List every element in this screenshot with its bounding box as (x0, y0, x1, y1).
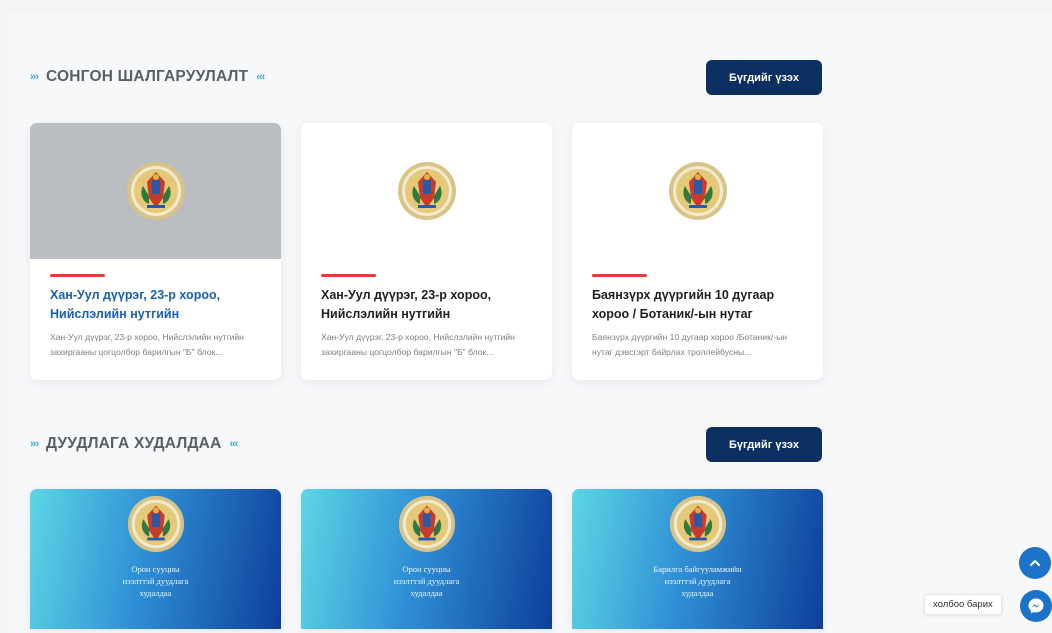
emblem-icon (398, 495, 456, 553)
auction-card[interactable]: Орон сууцны нээлттэй дуудлага худалдаа (30, 489, 281, 629)
arrows-left-icon: ‹‹‹ (229, 438, 238, 450)
card-image (301, 123, 552, 259)
selection-card[interactable]: Хан-Уул дүүрэг, 23-р хороо, Нийслэлийн н… (30, 123, 281, 380)
red-accent-bar (321, 274, 376, 277)
section-title: ДУУДЛАГА ХУДАЛДАА (46, 435, 222, 452)
messenger-button[interactable] (1020, 590, 1052, 622)
view-all-button[interactable]: Бүгдийг үзэх (706, 60, 822, 95)
section-title: СОНГОН ШАЛГАРУУЛАЛТ (46, 68, 249, 85)
card-description: Баянзүрх дүүргийн 10 дугаар хороо /Ботан… (592, 332, 788, 357)
caption-line: Орон сууцны (402, 564, 451, 574)
caption-line: нээлттэй дуудлага (122, 576, 189, 586)
caption-line: худалдаа (139, 588, 172, 598)
red-accent-bar (592, 274, 647, 277)
emblem-wrap (126, 493, 186, 560)
arrows-right-icon: ››› (30, 438, 39, 450)
auction-card-caption: Барилга байгууламжийн нээлттэй дуудлага … (572, 563, 823, 599)
emblem-icon (669, 495, 727, 553)
selection-card[interactable]: Баянзүрх дүүргийн 10 дугаар хороо / Бота… (572, 123, 823, 380)
caption-line: нээлттэй дуудлага (664, 576, 731, 586)
section-header-auction: ››› ДУУДЛАГА ХУДАЛДАА ‹‹‹ (30, 424, 238, 464)
arrows-left-icon: ‹‹‹ (256, 71, 265, 83)
auction-card[interactable]: Орон сууцны нээлттэй дуудлага худалдаа (301, 489, 552, 629)
card-image (30, 123, 281, 259)
card-title[interactable]: Хан-Уул дүүрэг, 23-р хороо, Нийслэлийн н… (50, 286, 261, 324)
scroll-top-button[interactable] (1019, 547, 1051, 579)
card-description: Хан-Уул дүүрэг, 23-р хороо, Нийслэлийн н… (50, 332, 244, 357)
chevron-up-icon (1030, 560, 1040, 566)
red-accent-bar (50, 274, 105, 277)
left-gutter (0, 0, 8, 633)
caption-line: худалдаа (410, 588, 443, 598)
emblem-icon (127, 495, 185, 553)
card-description: Хан-Уул дүүрэг, 23-р хороо, Нийслэлийн н… (321, 332, 515, 357)
card-image (572, 123, 823, 259)
caption-line: худалдаа (681, 588, 714, 598)
emblem-wrap (668, 493, 728, 560)
auction-card-caption: Орон сууцны нээлттэй дуудлага худалдаа (30, 563, 281, 599)
emblem-wrap (397, 493, 457, 560)
card-title[interactable]: Баянзүрх дүүргийн 10 дугаар хороо / Бота… (592, 286, 803, 324)
caption-line: нээлттэй дуудлага (393, 576, 460, 586)
view-all-button[interactable]: Бүгдийг үзэх (706, 427, 822, 462)
top-gutter (0, 0, 1052, 14)
emblem-icon (397, 162, 456, 220)
emblem-icon (668, 162, 727, 220)
caption-line: Барилга байгууламжийн (653, 564, 742, 574)
auction-card-caption: Орон сууцны нээлттэй дуудлага худалдаа (301, 563, 552, 599)
emblem-icon (126, 162, 185, 220)
selection-card[interactable]: Хан-Уул дүүрэг, 23-р хороо, Нийслэлийн н… (301, 123, 552, 380)
auction-card[interactable]: Барилга байгууламжийн нээлттэй дуудлага … (572, 489, 823, 629)
card-title[interactable]: Хан-Уул дүүрэг, 23-р хороо, Нийслэлийн н… (321, 286, 532, 324)
caption-line: Орон сууцны (131, 564, 180, 574)
messenger-icon (1028, 598, 1044, 614)
contact-label[interactable]: холбоо барих (924, 594, 1002, 615)
section-header-selected: ››› СОНГОН ШАЛГАРУУЛАЛТ ‹‹‹ (30, 57, 265, 97)
arrows-right-icon: ››› (30, 71, 39, 83)
